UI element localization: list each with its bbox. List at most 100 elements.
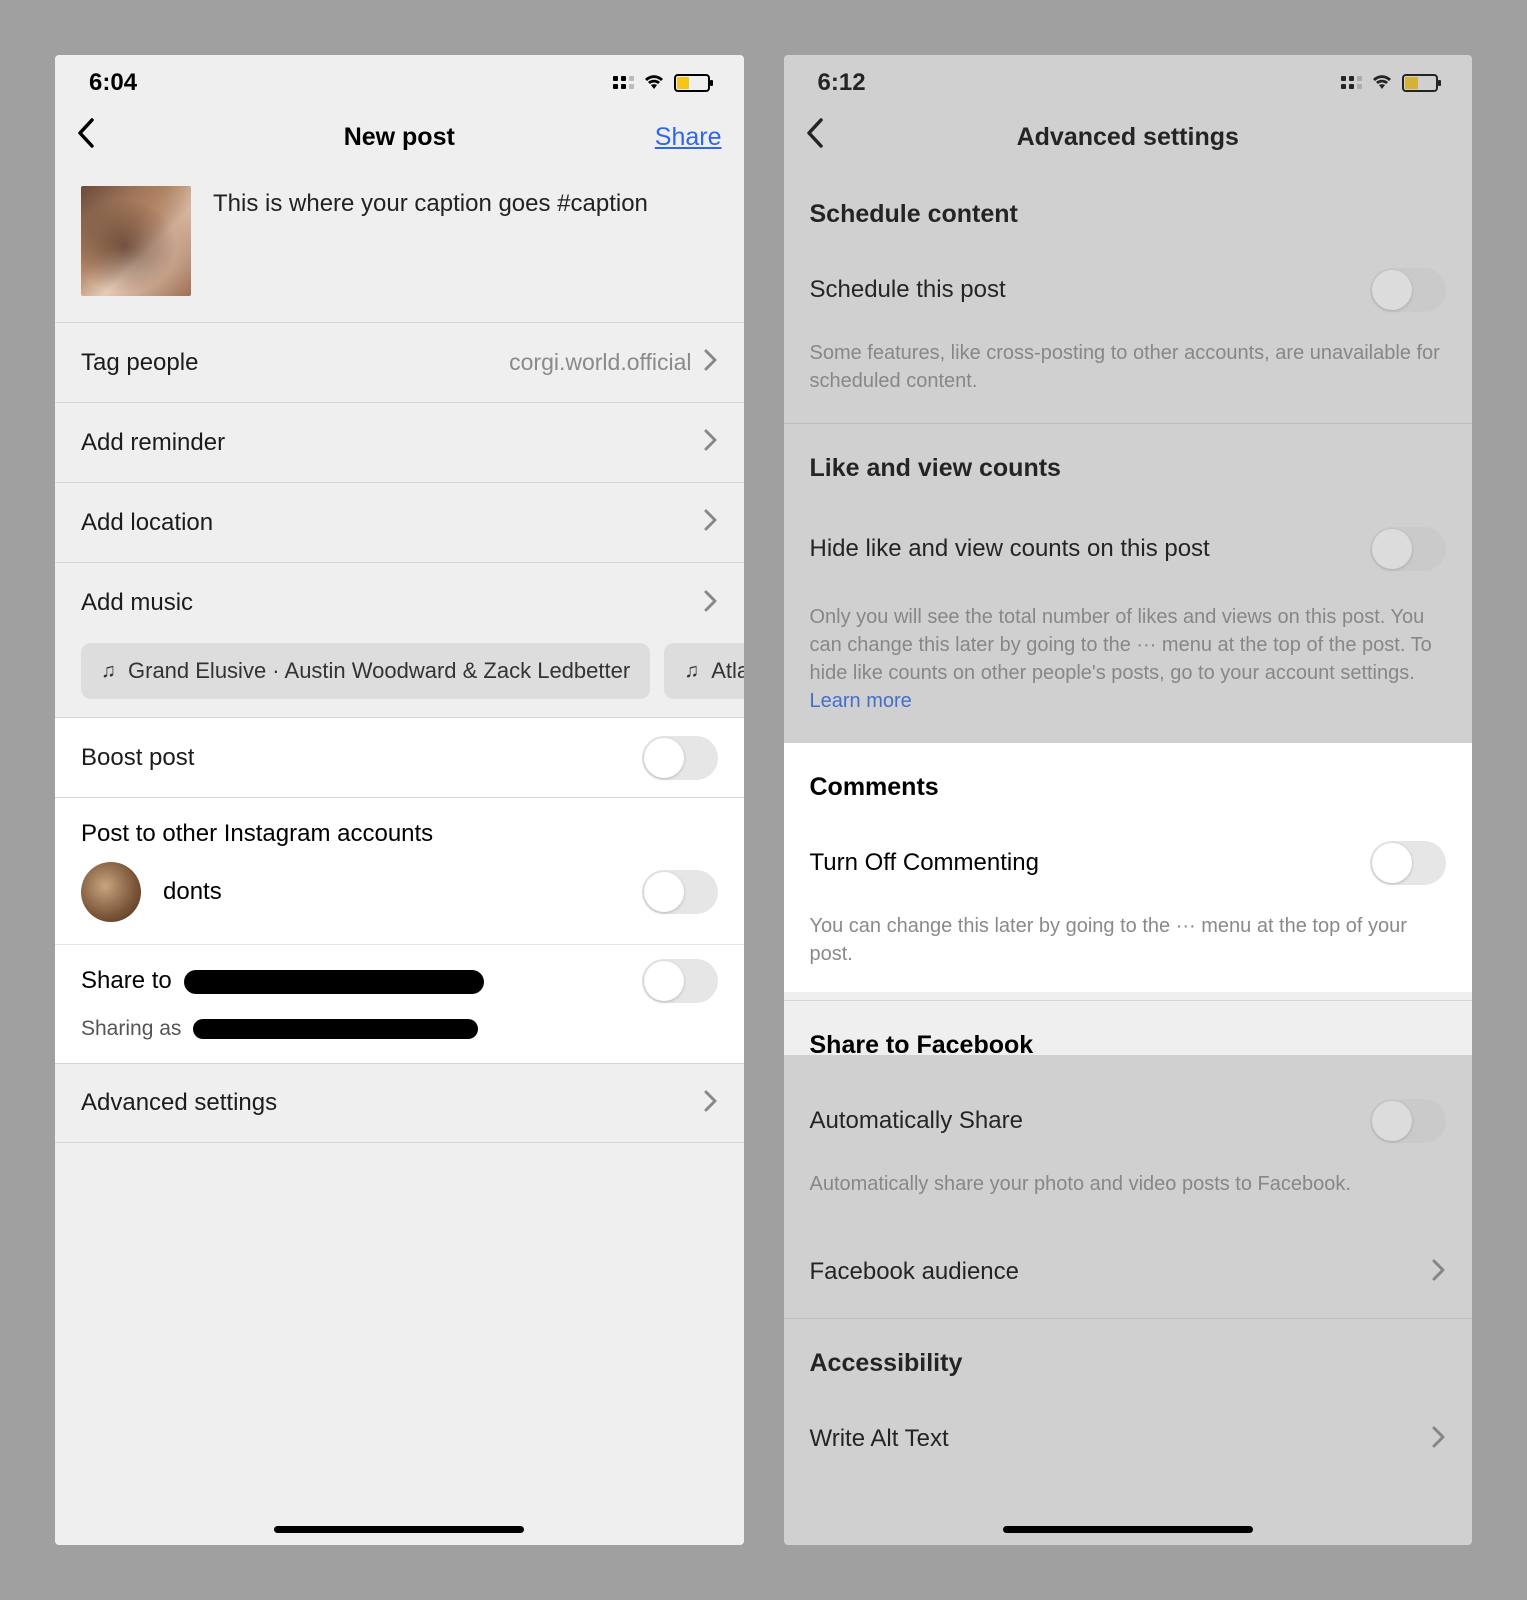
boost-post-label: Boost post [81,744,194,772]
add-music-row[interactable]: Add music [55,563,744,643]
schedule-toggle-label: Schedule this post [810,276,1006,304]
nav-bar: New post Share [55,105,744,170]
phone-advanced-settings: 6:12 Advanced settings Schedule content … [784,55,1473,1545]
chevron-right-icon [704,1088,718,1119]
battery-icon [1402,74,1438,92]
account-avatar [81,862,141,922]
hide-counts-label: Hide like and view counts on this post [810,535,1210,563]
facebook-section: Share to Facebook Automatically Share Au… [784,1000,1473,1318]
music-chip[interactable]: ♫ Grand Elusive · Austin Woodward & Zack… [81,643,650,699]
home-indicator[interactable] [274,1526,524,1533]
sharing-as-row: Sharing as [55,1017,744,1063]
page-title: New post [344,123,455,152]
hide-counts-row[interactable]: Hide like and view counts on this post [784,501,1473,597]
phone-new-post: 6:04 New post Share This is where your c… [55,55,744,1545]
music-chip-label: Grand Elusive · Austin Woodward & Zack L… [128,658,630,684]
comments-desc: You can change this later by going to th… [784,906,1473,992]
facebook-desc: Automatically share your photo and video… [784,1164,1473,1226]
learn-more-link[interactable]: Learn more [810,690,912,712]
facebook-audience-row[interactable]: Facebook audience [784,1226,1473,1318]
alt-text-label: Write Alt Text [810,1425,949,1453]
turn-off-commenting-toggle[interactable] [1370,841,1446,885]
status-icons [613,70,710,96]
post-other-accounts-label: Post to other Instagram accounts [55,798,744,862]
tag-people-row[interactable]: Tag people corgi.world.official [55,323,744,403]
boost-post-toggle[interactable] [642,736,718,780]
likes-section: Like and view counts Hide like and view … [784,423,1473,743]
redacted-text [184,970,484,994]
chevron-right-icon [704,347,718,378]
boost-post-row[interactable]: Boost post [55,718,744,798]
share-to-toggle[interactable] [642,959,718,1003]
status-time: 6:04 [89,69,137,97]
likes-desc-text: Only you will see the total number of li… [810,606,1432,684]
facebook-header: Share to Facebook [784,1001,1473,1078]
auto-share-row[interactable]: Automatically Share [784,1078,1473,1164]
music-chips: ♫ Grand Elusive · Austin Woodward & Zack… [55,643,744,717]
schedule-toggle[interactable] [1370,268,1446,312]
tag-people-label: Tag people [81,349,198,377]
add-location-row[interactable]: Add location [55,483,744,563]
add-location-label: Add location [81,509,213,537]
turn-off-commenting-label: Turn Off Commenting [810,849,1039,877]
battery-icon [674,74,710,92]
add-reminder-label: Add reminder [81,429,225,457]
schedule-toggle-row[interactable]: Schedule this post [784,247,1473,333]
status-bar: 6:12 [784,55,1473,105]
other-account-row[interactable]: donts [55,862,744,944]
likes-header: Like and view counts [784,424,1473,501]
advanced-settings-label: Advanced settings [81,1089,277,1117]
chevron-right-icon [704,427,718,458]
hide-counts-toggle[interactable] [1370,527,1446,571]
turn-off-commenting-row[interactable]: Turn Off Commenting [784,820,1473,906]
wifi-icon [1370,70,1394,96]
share-to-row[interactable]: Share to [55,945,744,1017]
add-reminder-row[interactable]: Add reminder [55,403,744,483]
caption-row[interactable]: This is where your caption goes #caption [55,170,744,322]
nav-bar: Advanced settings [784,105,1473,170]
likes-desc: Only you will see the total number of li… [784,597,1473,743]
music-chip[interactable]: ♫ Atlan [664,643,743,699]
caption-text[interactable]: This is where your caption goes #caption [213,186,648,218]
schedule-header: Schedule content [784,170,1473,247]
facebook-audience-label: Facebook audience [810,1258,1019,1286]
schedule-desc: Some features, like cross-posting to oth… [784,333,1473,423]
comments-header: Comments [784,743,1473,820]
white-panel: Boost post Post to other Instagram accou… [55,718,744,1063]
wifi-icon [642,70,666,96]
chevron-right-icon [704,507,718,538]
cellular-icon [1341,76,1362,89]
share-to-prefix: Share to [81,967,172,994]
chevron-right-icon [1432,1257,1446,1288]
add-music-block: Add music ♫ Grand Elusive · Austin Woodw… [55,563,744,718]
accessibility-section: Accessibility Write Alt Text [784,1318,1473,1482]
music-chip-label: Atlan [711,658,743,684]
add-music-label: Add music [81,589,193,617]
comments-section: Comments Turn Off Commenting You can cha… [784,743,1473,992]
options-list: Tag people corgi.world.official Add remi… [55,322,744,1143]
chevron-right-icon [704,588,718,619]
other-account-toggle[interactable] [642,870,718,914]
page-title: Advanced settings [1017,123,1239,152]
redacted-text [193,1019,478,1039]
schedule-section: Schedule content Schedule this post Some… [784,170,1473,423]
cellular-icon [613,76,634,89]
auto-share-label: Automatically Share [810,1107,1023,1135]
back-button[interactable] [77,118,97,157]
account-name: donts [163,878,222,906]
back-button[interactable] [806,118,826,157]
status-bar: 6:04 [55,55,744,105]
music-note-icon: ♫ [684,660,699,683]
music-note-icon: ♫ [101,660,116,683]
share-button[interactable]: Share [655,123,722,152]
advanced-settings-row[interactable]: Advanced settings [55,1063,744,1143]
tag-people-value: corgi.world.official [509,349,691,376]
status-time: 6:12 [818,69,866,97]
alt-text-row[interactable]: Write Alt Text [784,1396,1473,1482]
status-icons [1341,70,1438,96]
chevron-right-icon [1432,1424,1446,1455]
post-thumbnail[interactable] [81,186,191,296]
auto-share-toggle[interactable] [1370,1099,1446,1143]
accessibility-header: Accessibility [784,1319,1473,1396]
home-indicator[interactable] [1003,1526,1253,1533]
